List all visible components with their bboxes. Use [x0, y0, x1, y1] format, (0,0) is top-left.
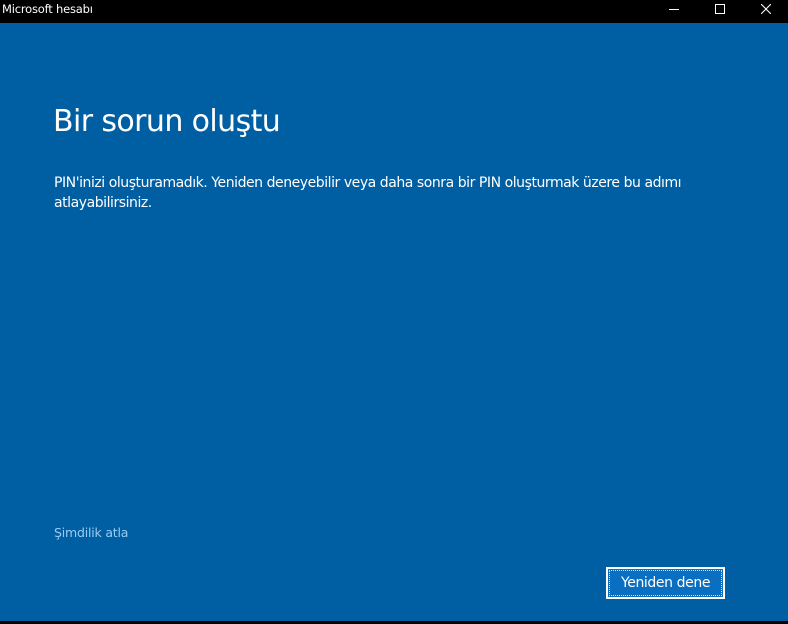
title-bar[interactable]: Microsoft hesabı — [0, 0, 788, 23]
minimize-icon — [669, 4, 679, 14]
close-icon — [761, 3, 771, 14]
maximize-button[interactable] — [697, 0, 743, 17]
window-title: Microsoft hesabı — [2, 2, 93, 16]
skip-for-now-link[interactable]: Şimdilik atla — [54, 525, 128, 541]
maximize-icon — [715, 3, 725, 14]
minimize-button[interactable] — [651, 0, 697, 17]
dialog-content: Bir sorun oluştu PIN'inizi oluşturamadık… — [0, 23, 788, 621]
retry-button[interactable]: Yeniden dene — [606, 567, 725, 599]
app-window: Microsoft hesabı Bir sorun oluştu PIN'in… — [0, 0, 788, 624]
page-title: Bir sorun oluştu — [53, 104, 281, 139]
close-button[interactable] — [743, 0, 788, 17]
error-message: PIN'inizi oluşturamadık. Yeniden deneyeb… — [54, 175, 682, 211]
